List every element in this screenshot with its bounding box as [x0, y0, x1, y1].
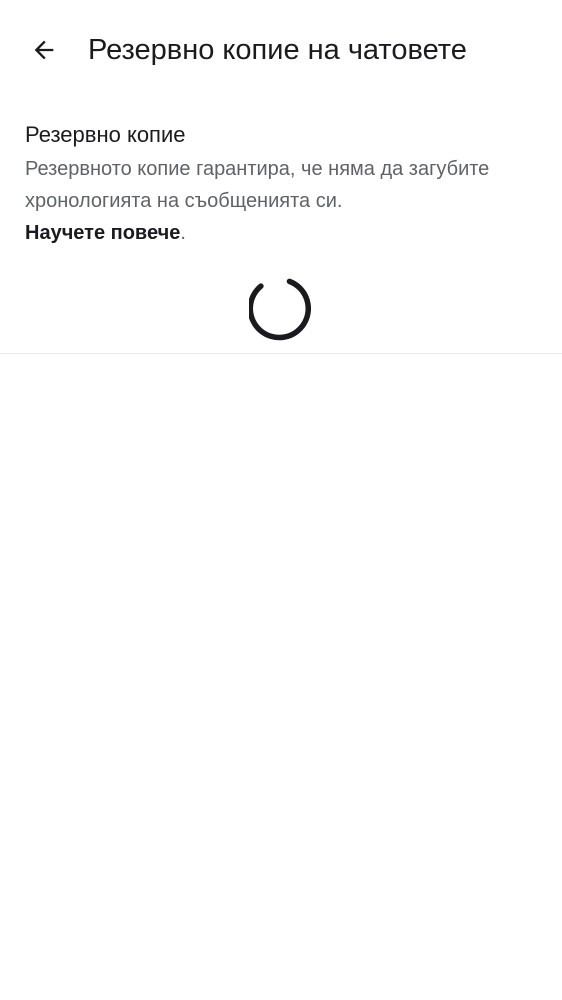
page-title: Резервно копие на чатовете	[88, 34, 467, 66]
loading-spinner-icon	[249, 278, 312, 341]
app-bar: Резервно копие на чатовете	[0, 0, 562, 100]
learn-more-period: .	[180, 222, 186, 244]
backup-section: Резервно копие Резервното копие гарантир…	[25, 118, 537, 249]
arrow-back-icon	[34, 40, 54, 60]
backup-section-title: Резервно копие	[25, 122, 186, 147]
learn-more-link[interactable]: Научете повече	[25, 222, 180, 244]
backup-description-text: Резервното копие гарантира, че няма да з…	[25, 158, 490, 212]
back-button[interactable]	[20, 26, 68, 74]
section-divider	[0, 353, 562, 354]
backup-section-description: Резервното копие гарантира, че няма да з…	[25, 153, 537, 249]
